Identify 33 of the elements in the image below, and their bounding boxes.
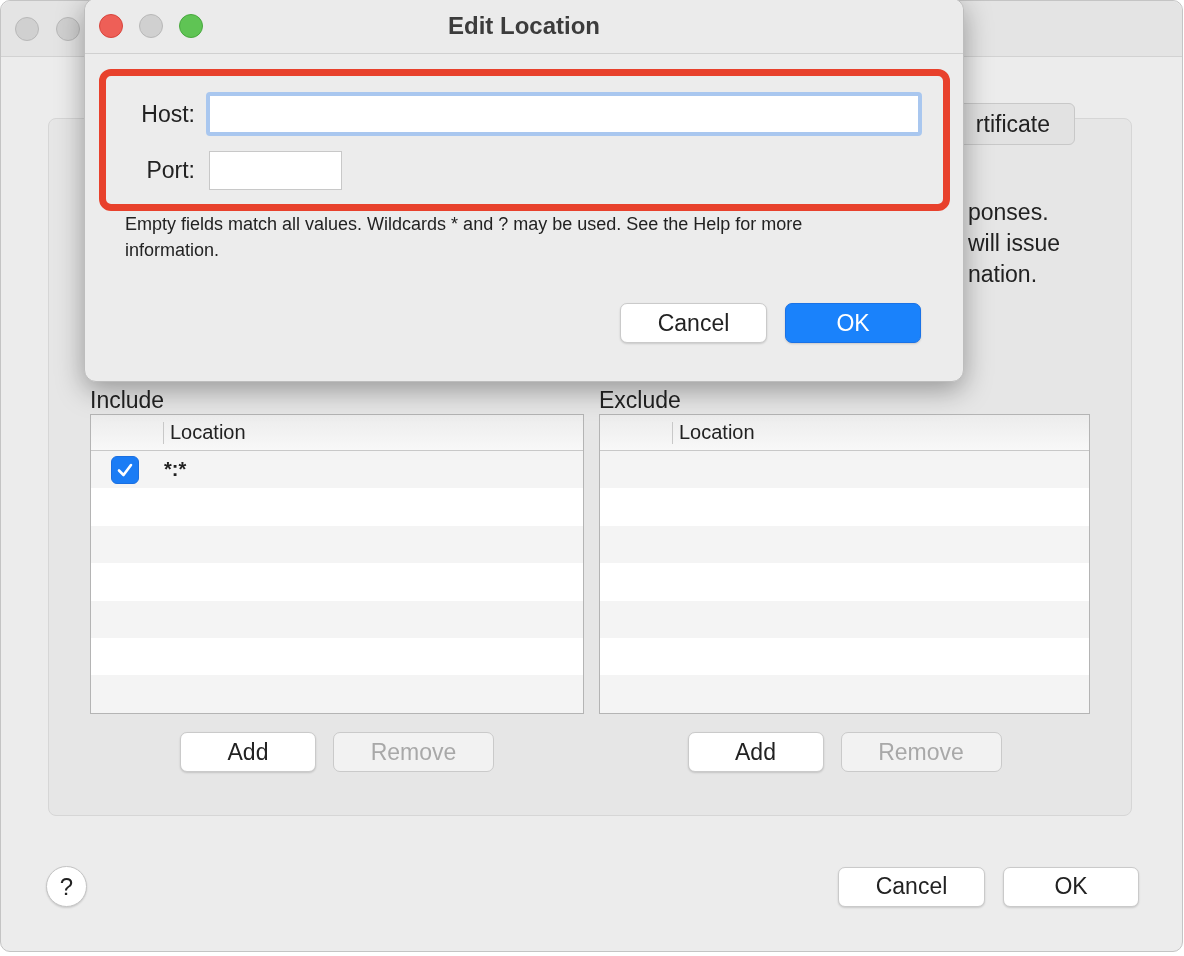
help-button[interactable]: ? — [46, 866, 87, 907]
description-text: nation. — [968, 260, 1039, 289]
table-row[interactable] — [600, 451, 1089, 489]
table-row[interactable] — [600, 600, 1089, 638]
description-text: ponses. — [968, 198, 1050, 227]
description-text: will issue — [968, 229, 1062, 258]
ok-button[interactable]: OK — [785, 303, 921, 343]
table-row[interactable] — [91, 675, 583, 713]
field-label: Host: — [140, 100, 195, 128]
dialog-title: Edit Location — [448, 12, 600, 40]
checkbox[interactable] — [111, 455, 139, 484]
table-row[interactable] — [600, 525, 1089, 564]
input-field[interactable] — [209, 151, 342, 190]
hint-text: Empty fields match all values. Wildcards * and ? may be used. See the Help for more information. — [125, 213, 804, 262]
ok-button[interactable]: OK — [1003, 866, 1139, 907]
cancel-button[interactable]: Cancel — [838, 866, 985, 907]
table-row[interactable] — [91, 600, 583, 638]
table-row[interactable] — [600, 675, 1089, 713]
section-label: Exclude — [599, 387, 681, 413]
table-row[interactable]: *:* — [91, 451, 583, 489]
cancel-button[interactable]: Cancel — [620, 303, 767, 343]
add-button[interactable]: Add — [180, 732, 316, 772]
section-label: Include — [90, 387, 165, 413]
field-label: Port: — [145, 157, 195, 184]
minimize-icon[interactable] — [56, 16, 80, 41]
input-field[interactable] — [206, 92, 922, 136]
add-button[interactable]: Add — [687, 732, 824, 772]
close-icon[interactable] — [99, 14, 123, 38]
minimize-icon[interactable] — [139, 14, 163, 38]
zoom-icon[interactable] — [179, 14, 203, 38]
table-row[interactable] — [91, 525, 583, 564]
table-cell: *:* — [164, 458, 187, 482]
close-icon[interactable] — [15, 16, 39, 41]
